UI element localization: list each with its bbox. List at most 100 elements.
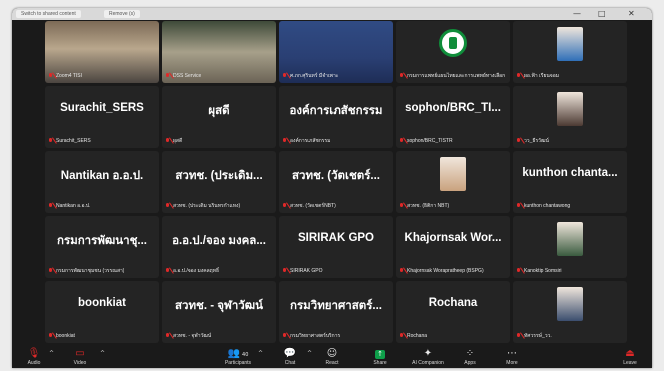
mic-muted-icon bbox=[516, 203, 521, 209]
maximize-button[interactable]: □ bbox=[598, 9, 606, 19]
participant-name-bar: boonkiat bbox=[48, 332, 156, 340]
participants-button[interactable]: 👥 40 Participants bbox=[218, 348, 258, 366]
audio-options-chevron-icon[interactable]: ^ bbox=[49, 350, 54, 357]
audio-button[interactable]: 🎙 Audio bbox=[14, 348, 54, 366]
participants-options-chevron-icon[interactable]: ^ bbox=[258, 350, 263, 357]
video-options-chevron-icon[interactable]: ^ bbox=[100, 350, 105, 357]
audio-label: Audio bbox=[27, 360, 41, 366]
participant-display-name: องค์การเภสัชกรรม bbox=[289, 105, 383, 117]
participant-display-name: Khajornsak Wor... bbox=[404, 232, 502, 244]
mic-muted-icon bbox=[48, 73, 53, 79]
leave-button[interactable]: ⏏ Leave bbox=[610, 348, 650, 366]
participant-tile[interactable]: ศ.ภก.ศุรินทร์ มีจำเพาะ bbox=[279, 21, 393, 83]
mic-muted-icon bbox=[516, 333, 521, 339]
participant-name-bar: Nantikan อ.อ.ป. bbox=[48, 202, 156, 210]
chat-button[interactable]: 💬 Chat bbox=[270, 348, 310, 366]
smiley-icon: ☺ bbox=[326, 348, 338, 359]
participant-tile[interactable]: วว_ธีรวัฒน์ bbox=[513, 86, 627, 148]
participant-name-bar: Khajornsak Worapratheep (BSPG) bbox=[399, 267, 507, 275]
mic-muted-icon bbox=[399, 268, 404, 274]
ai-companion-button[interactable]: ✦ AI Companion bbox=[408, 348, 448, 366]
participant-tile[interactable]: อ.อ.ป./จอง มงคล... อ.อ.ป./จอง มงคลฤทธิ์ bbox=[162, 216, 276, 278]
meeting-toolbar: 🎙 Audio ^ ▭ Video ^ 👥 40 Participants ^ 💬… bbox=[12, 346, 652, 368]
participant-display-name: Rochana bbox=[428, 297, 478, 309]
apps-button[interactable]: ⁘ Apps bbox=[450, 348, 490, 366]
participant-tile[interactable]: Nantikan อ.อ.ป. Nantikan อ.อ.ป. bbox=[45, 151, 159, 213]
mic-muted-icon bbox=[282, 138, 287, 144]
chat-label: Chat bbox=[284, 360, 296, 366]
participants-icon: 👥 40 bbox=[227, 348, 249, 359]
participant-tile[interactable]: Surachit_SERS Surachit_SERS bbox=[45, 86, 159, 148]
minimize-button[interactable]: — bbox=[573, 9, 581, 19]
participant-tile[interactable]: kunthon chanta... kunthon chantawong bbox=[513, 151, 627, 213]
participant-display-name: กรมวิทยาศาสตร์... bbox=[290, 300, 382, 312]
participant-display-name: kunthon chanta... bbox=[522, 167, 618, 179]
participant-tile[interactable]: Zoom4 TISI bbox=[45, 21, 159, 83]
mic-muted-icon bbox=[282, 203, 287, 209]
participant-name-bar: องค์การเภสัชกรรม bbox=[282, 137, 390, 145]
participant-tile[interactable]: Rochana Rochana bbox=[396, 281, 510, 343]
participant-name-label: สวทช. (ประเดิม นรินทรกำแหง) bbox=[173, 203, 241, 209]
logo-mark-icon bbox=[449, 37, 457, 49]
remove-button[interactable]: Remove (s) bbox=[104, 10, 140, 18]
leave-icon: ⏏ bbox=[625, 348, 635, 359]
participant-name-label: ทัศวรรษ์_วว. bbox=[524, 333, 552, 339]
participant-name-label: boonkiat bbox=[56, 333, 75, 339]
participant-tile[interactable]: สวทช. - จุฬาวัฒน์ สวทช. - จุฬาวัฒน์ bbox=[162, 281, 276, 343]
participant-tile[interactable]: DSS Service bbox=[162, 21, 276, 83]
participant-tile[interactable]: sophon/BRC_TI... sophon/BRC_TISTR bbox=[396, 86, 510, 148]
participant-tile[interactable]: กรมการแพทย์แผนไทยและการแพทย์ทางเลือก bbox=[396, 21, 510, 83]
mic-muted-icon bbox=[165, 268, 170, 274]
zoom-meeting-window: Switch to shared content Remove (s) — □ … bbox=[12, 8, 652, 368]
participant-tile[interactable]: สวทช. (ธิติกา NBT) bbox=[396, 151, 510, 213]
mic-muted-icon bbox=[48, 333, 53, 339]
participant-name-label: Surachit_SERS bbox=[56, 138, 91, 144]
participant-name-label: สวทช. - จุฬาวัฒน์ bbox=[173, 333, 212, 339]
participant-name-bar: กรมการแพทย์แผนไทยและการแพทย์ทางเลือก bbox=[399, 72, 507, 80]
mic-muted-icon bbox=[399, 73, 404, 79]
participant-name-bar: อ.อ.ป./จอง มงคลฤทธิ์ bbox=[165, 267, 273, 275]
react-button[interactable]: ☺ React bbox=[312, 348, 352, 366]
participant-name-label: ผอ.ฟ้า เรียนจอม bbox=[524, 73, 560, 79]
participant-display-name: สวทช. (วัตเชตร์... bbox=[292, 170, 380, 182]
participant-name-label: kunthon chantawong bbox=[524, 203, 571, 209]
more-dots-icon: ⋯ bbox=[507, 348, 517, 359]
participants-label: Participants bbox=[224, 360, 252, 366]
mic-muted-icon bbox=[165, 73, 170, 79]
participant-name-label: Khajornsak Worapratheep (BSPG) bbox=[407, 268, 484, 274]
participant-tile[interactable]: สวทช. (ประเดิม... สวทช. (ประเดิม นรินทรกำ… bbox=[162, 151, 276, 213]
participant-avatar bbox=[557, 222, 583, 256]
participant-tile[interactable]: ทัศวรรษ์_วว. bbox=[513, 281, 627, 343]
participant-tile[interactable]: สวทช. (วัตเชตร์... สวทช. (วัดเชตร์NBT) bbox=[279, 151, 393, 213]
participant-tile[interactable]: ผุสดี ผุสดี bbox=[162, 86, 276, 148]
share-screen-icon: ↑ bbox=[360, 348, 400, 360]
share-button[interactable]: ↑ Share bbox=[360, 348, 400, 366]
participant-tile[interactable]: กรมวิทยาศาสตร์... กรมวิทยาศาสตร์บริการ bbox=[279, 281, 393, 343]
apps-label: Apps bbox=[464, 360, 476, 366]
participant-name-bar: DSS Service bbox=[165, 72, 273, 80]
participant-name-bar: sophon/BRC_TISTR bbox=[399, 137, 507, 145]
participant-name-bar: สวทช. (ธิติกา NBT) bbox=[399, 202, 507, 210]
participant-display-name: boonkiat bbox=[78, 297, 126, 309]
participant-name-label: Zoom4 TISI bbox=[56, 73, 83, 79]
participant-name-label: ศ.ภก.ศุรินทร์ มีจำเพาะ bbox=[290, 73, 339, 79]
participant-tile[interactable]: Khajornsak Wor... Khajornsak Worapratheep… bbox=[396, 216, 510, 278]
participant-tile[interactable]: SIRIRAK GPO SIRIRAK GPO bbox=[279, 216, 393, 278]
participant-tile[interactable]: องค์การเภสัชกรรม องค์การเภสัชกรรม bbox=[279, 86, 393, 148]
participant-name-label: สวทช. (ธิติกา NBT) bbox=[407, 203, 450, 209]
participant-display-name: สวทช. (ประเดิม... bbox=[175, 170, 263, 182]
mic-muted-icon bbox=[399, 203, 404, 209]
participant-tile[interactable]: ผอ.ฟ้า เรียนจอม bbox=[513, 21, 627, 83]
participant-tile[interactable]: กรมการพัฒนาชุ... กรมการพัฒนาชุมชน (วรรณสา… bbox=[45, 216, 159, 278]
mic-muted-icon: 🎙 bbox=[27, 348, 41, 359]
participant-name-label: กรมการพัฒนาชุมชน (วรรณสา) bbox=[56, 268, 125, 274]
video-button[interactable]: ▭ Video bbox=[60, 348, 100, 366]
participant-display-name: SIRIRAK GPO bbox=[297, 232, 375, 244]
participant-avatar bbox=[557, 27, 583, 61]
participant-tile[interactable]: boonkiat boonkiat bbox=[45, 281, 159, 343]
participant-tile[interactable]: Kanoktip Somsiri bbox=[513, 216, 627, 278]
switch-to-shared-content-button[interactable]: Switch to shared content bbox=[16, 10, 81, 18]
more-button[interactable]: ⋯ More bbox=[492, 348, 532, 366]
close-button[interactable]: ✕ bbox=[628, 9, 635, 19]
participant-name-bar: สวทช. (ประเดิม นรินทรกำแหง) bbox=[165, 202, 273, 210]
